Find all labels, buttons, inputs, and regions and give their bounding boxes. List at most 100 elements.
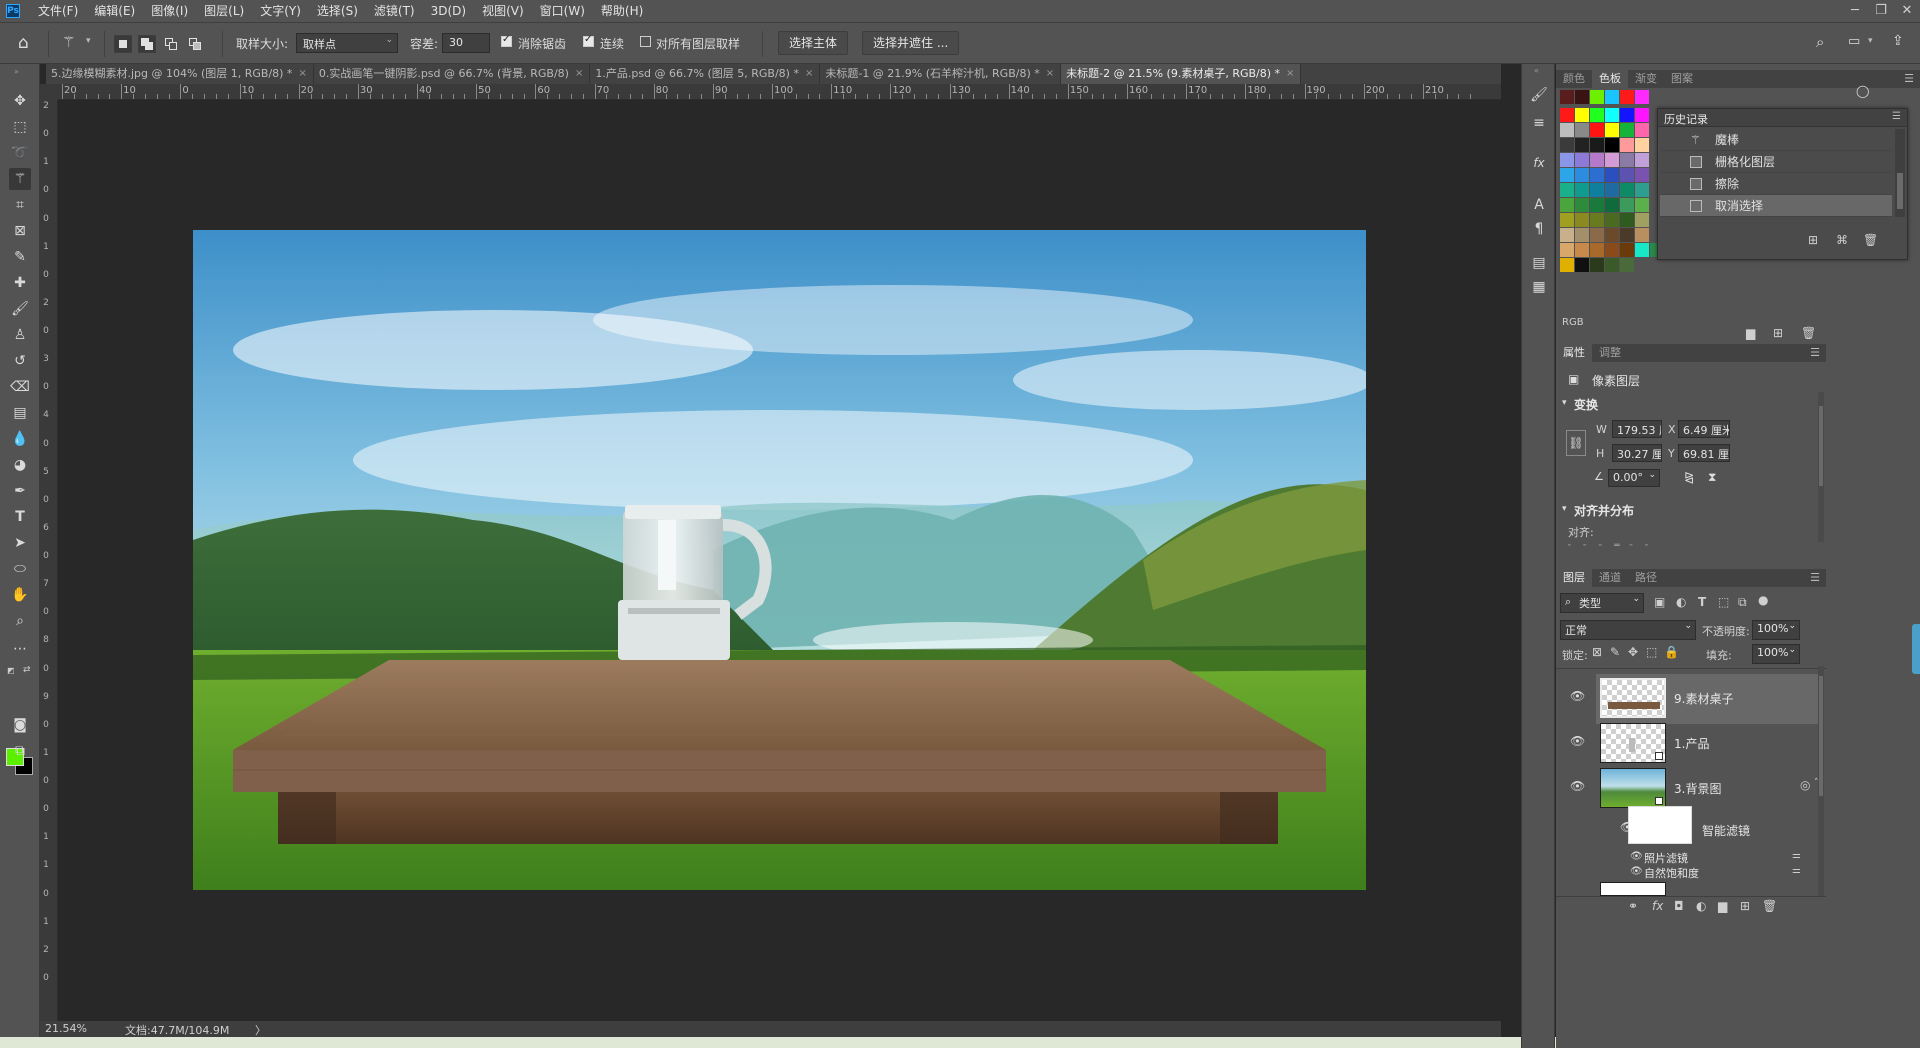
smart-filters-label[interactable]: 智能滤镜 [1702,822,1750,839]
lock-artboard-icon[interactable]: ⬚ [1646,645,1657,659]
character-icon[interactable]: A [1528,194,1550,216]
tab-patterns[interactable]: 图案 [1664,70,1700,88]
color-swatch[interactable] [1560,123,1574,137]
color-swatch[interactable] [1605,90,1619,104]
new-group-icon[interactable]: ▆ [1746,326,1755,340]
color-swatch[interactable] [1575,138,1589,152]
link-dimensions-icon[interactable]: ⛓ [1566,430,1586,456]
close-icon[interactable]: ✕ [1894,0,1920,22]
panel-menu-icon[interactable]: ☰ [1810,571,1820,584]
visibility-eye-icon[interactable]: 👁 [1630,866,1643,877]
color-swatch[interactable] [1560,228,1574,242]
notes-icon[interactable]: ▦ [1528,276,1550,298]
frame-tool-icon[interactable]: ⊠ [9,220,31,242]
tab-paths[interactable]: 路径 [1628,569,1664,587]
tab-doc-3[interactable]: 1.产品.psd @ 66.7% (图层 5, RGB/8) * × [590,64,821,84]
color-swatch[interactable] [1575,228,1589,242]
menu-file[interactable]: 文件(F) [30,0,86,22]
status-menu-arrow[interactable]: 〉 [255,1022,266,1038]
color-swatch[interactable] [1590,108,1604,122]
color-swatch[interactable] [1575,198,1589,212]
history-item[interactable]: 栅格化图层 [1660,151,1892,173]
filter-name[interactable]: 自然饱和度 [1644,865,1699,881]
color-swatch[interactable] [1605,168,1619,182]
restore-icon[interactable]: ❐ [1868,0,1894,22]
visibility-eye-icon[interactable]: 👁 [1630,851,1643,862]
tab-swatches[interactable]: 色板 [1592,70,1628,88]
color-swatch[interactable] [1635,168,1649,182]
blend-mode-select[interactable]: 正常 ⌄ [1560,620,1696,640]
filter-shape-icon[interactable]: ⬚ [1718,595,1729,609]
select-and-mask-button[interactable]: 选择并遮住 ... [862,31,960,55]
visibility-eye-icon[interactable]: 👁 [1570,734,1585,748]
history-brush-tool-icon[interactable]: ↺ [9,350,31,372]
library-icon[interactable]: ▤ [1528,252,1550,274]
path-selection-tool-icon[interactable]: ➤ [9,532,31,554]
panel-menu-icon[interactable]: ☰ [1892,111,1901,122]
layer-style-icon[interactable]: fx [1652,899,1663,913]
pen-tool-icon[interactable]: ✒ [9,480,31,502]
brush-tool-icon[interactable]: 🖌 [9,298,31,320]
color-swatch[interactable] [1620,258,1634,272]
new-group-icon[interactable]: ▆ [1718,899,1727,913]
add-selection-icon[interactable] [138,35,156,53]
type-tool-icon[interactable]: T [9,506,31,528]
angle-input[interactable]: 0.00° ⌄ [1608,469,1660,487]
color-swatch[interactable] [1590,153,1604,167]
subtract-selection-icon[interactable] [162,35,180,53]
chevron-down-icon[interactable]: ▾ [1868,36,1873,46]
styles-icon[interactable]: fx [1528,152,1550,174]
clone-stamp-tool-icon[interactable]: ♙ [9,324,31,346]
adjustments-icon[interactable]: ≡ [1528,112,1550,134]
history-panel-title[interactable]: 历史记录 [1664,111,1708,127]
close-icon[interactable]: × [1286,64,1294,84]
color-swatch[interactable] [1575,243,1589,257]
move-tool-icon[interactable]: ✥ [9,90,31,112]
menu-window[interactable]: 窗口(W) [532,0,593,22]
workspace-icon[interactable]: ▭ [1848,34,1860,49]
gradient-tool-icon[interactable]: ▤ [9,402,31,424]
close-icon[interactable]: × [298,64,306,84]
color-swatch[interactable] [1620,108,1634,122]
tab-channels[interactable]: 通道 [1592,569,1628,587]
flip-vertical-icon[interactable]: ⧗ [1708,470,1716,485]
layer-name[interactable]: 9.素材桌子 [1674,690,1733,707]
color-swatch[interactable] [1635,123,1649,137]
history-scrollbar[interactable] [1895,129,1905,217]
menu-help[interactable]: 帮助(H) [593,0,651,22]
tab-doc-2[interactable]: 0.实战画笔一键阴影.psd @ 66.7% (背景, RGB/8) × [314,64,591,84]
color-swatch[interactable] [1575,258,1589,272]
color-swatch[interactable] [1620,168,1634,182]
visibility-eye-icon[interactable]: 👁 [1570,689,1585,703]
chevron-down-icon[interactable]: ▾ [86,36,91,46]
filter-options-icon[interactable]: ⚌ [1792,865,1801,876]
visibility-eye-icon[interactable]: 👁 [1570,779,1585,793]
color-swatch[interactable] [1560,153,1574,167]
opacity-input[interactable]: 100% ⌄ [1752,620,1800,640]
panel-menu-icon[interactable]: ☰ [1810,346,1820,359]
height-input[interactable]: 30.27 厘米 [1612,444,1662,462]
color-swatch[interactable] [1605,108,1619,122]
color-swatch[interactable] [1560,108,1574,122]
new-document-from-state-icon[interactable]: ⊞ [1808,233,1818,247]
color-swatch[interactable] [1620,153,1634,167]
adjustment-layer-icon[interactable]: ◐ [1696,899,1706,913]
link-layers-icon[interactable]: ⚭ [1628,899,1638,913]
new-layer-icon[interactable]: ⊞ [1740,899,1750,913]
chevron-down-icon[interactable]: ▾ [1562,504,1567,514]
layer-name[interactable]: 1.产品 [1674,735,1709,752]
color-swatch[interactable] [1605,183,1619,197]
tab-properties[interactable]: 属性 [1556,344,1592,362]
search-icon[interactable]: ⌕ [1816,33,1824,51]
snapshot-camera-icon[interactable]: ⌘ [1836,233,1848,247]
color-swatch[interactable] [1620,90,1634,104]
tab-doc-5[interactable]: 未标题-2 @ 21.5% (9.素材桌子, RGB/8) * × [1061,64,1302,84]
collapse-icon[interactable]: « [1534,66,1539,75]
layers-scrollbar[interactable] [1818,666,1824,898]
color-swatch[interactable] [1590,123,1604,137]
blur-tool-icon[interactable]: 💧 [9,428,31,450]
screen-mode-icon[interactable]: ⧉ [9,740,31,762]
intersect-selection-icon[interactable] [186,35,204,53]
color-swatch[interactable] [1620,138,1634,152]
color-swatch[interactable] [1605,228,1619,242]
